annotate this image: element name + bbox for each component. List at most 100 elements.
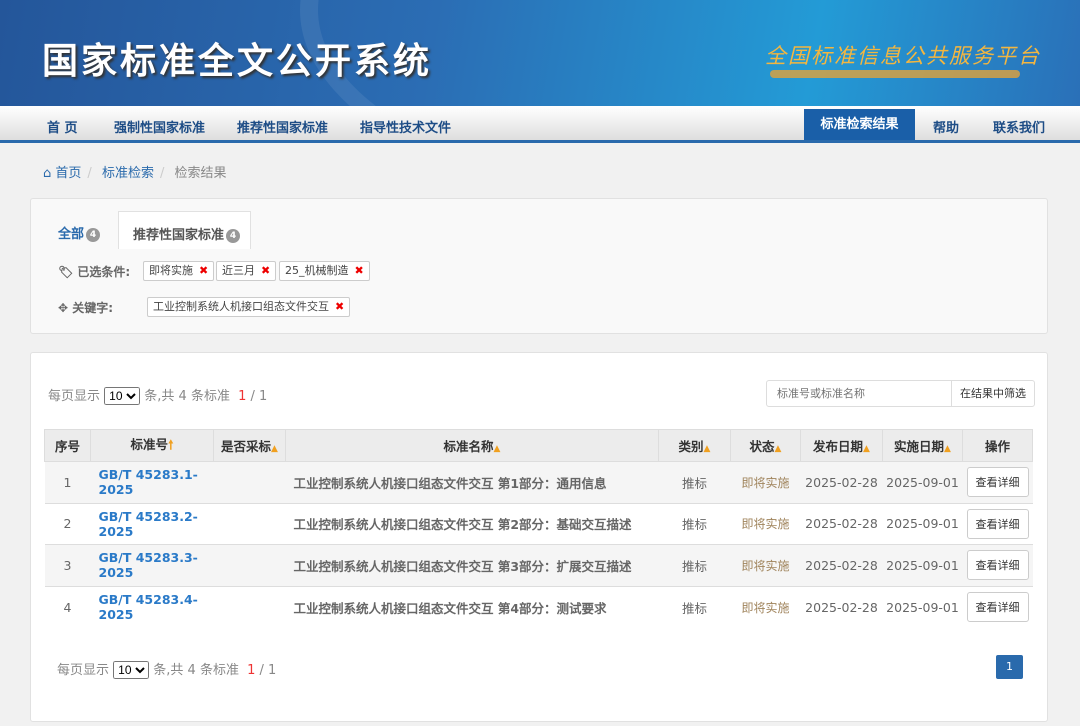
standard-code-link[interactable]: GB/T 45283.3-2025 (90, 544, 214, 586)
filter-tag[interactable]: 近三月 ✖ (216, 261, 277, 281)
row-adopt (213, 585, 286, 628)
breadcrumb-home[interactable]: 首页 (55, 166, 81, 181)
tab-recommended-label: 推荐性国家标准 (133, 228, 225, 243)
total-pages: / 1 (259, 663, 277, 678)
col-no: 序号 (44, 429, 91, 462)
page-size-select[interactable]: 10 (113, 661, 150, 679)
standard-name: 工业控制系统人机接口组态文件交互 第2部分：基础交互描述 (285, 502, 659, 545)
total-count: 条,共 4 条标准 (144, 389, 230, 404)
row-adopt (213, 461, 286, 503)
keyword-tag-text: 工业控制系统人机接口组态文件交互 (153, 300, 329, 313)
site-slogan-logo: 全国标准信息公共服务平台 (765, 44, 1041, 68)
nav-home[interactable]: 首 页 (47, 117, 78, 136)
col-status[interactable]: 状态▲ (730, 429, 801, 462)
col-pub-date[interactable]: 发布日期▲ (800, 429, 883, 462)
nav-help[interactable]: 帮助 (933, 117, 959, 136)
row-type: 推标 (658, 544, 731, 586)
view-detail-button[interactable]: 查看详细 (966, 467, 1029, 498)
col-type[interactable]: 类别▲ (658, 429, 731, 462)
nav-recommended[interactable]: 推荐性国家标准 (237, 117, 328, 136)
table-row: 4 GB/T 45283.4-2025 工业控制系统人机接口组态文件交互 第4部… (44, 585, 1033, 628)
site-title: 国家标准全文公开系统 (42, 41, 433, 82)
current-page: 1 (247, 663, 256, 678)
col-adopt[interactable]: 是否采标▲ (213, 429, 286, 462)
row-adopt (213, 544, 286, 586)
per-page-label: 每页显示 (48, 389, 101, 404)
current-page: 1 (238, 389, 247, 404)
tab-recommended-count: 4 (226, 229, 241, 243)
home-icon: ⌂ (43, 166, 52, 181)
row-no: 4 (44, 585, 91, 628)
remove-icon[interactable]: ✖ (335, 300, 344, 313)
filter-in-results-button[interactable]: 在结果中筛选 (951, 380, 1035, 407)
row-no: 2 (44, 502, 91, 545)
page-size-bottom: 每页显示 10 条,共 4 条标准 1 / 1 (57, 659, 276, 679)
row-pub-date: 2025-02-28 (800, 502, 883, 545)
tab-recommended[interactable]: 推荐性国家标准 4 (118, 211, 251, 249)
filter-tag-text: 25_机械制造 (285, 264, 349, 277)
move-icon: ✥ (58, 301, 69, 315)
filter-tag-text: 即将实施 (149, 264, 193, 277)
remove-icon[interactable]: ✖ (261, 264, 270, 277)
keyword-tag[interactable]: 工业控制系统人机接口组态文件交互 ✖ (147, 297, 351, 317)
slogan-brush-stroke (770, 70, 1020, 78)
row-action: 查看详细 (962, 461, 1033, 503)
standard-code-link[interactable]: GB/T 45283.4-2025 (90, 585, 214, 628)
total-pages: / 1 (250, 389, 268, 404)
selected-conditions-label: 🏷 已选条件: (58, 263, 130, 280)
header-banner: 国家标准全文公开系统 全国标准信息公共服务平台 (0, 0, 1080, 106)
table-row: 3 GB/T 45283.3-2025 工业控制系统人机接口组态文件交互 第3部… (44, 544, 1033, 586)
per-page-label: 每页显示 (57, 663, 110, 678)
row-impl-date: 2025-09-01 (882, 585, 963, 628)
remove-icon[interactable]: ✖ (199, 264, 208, 277)
pagination-page[interactable]: 1 (996, 655, 1023, 679)
standard-code-link[interactable]: GB/T 45283.2-2025 (90, 502, 214, 545)
filter-panel: 全部 4 推荐性国家标准 4 🏷 已选条件: 即将实施 ✖ 近三月 ✖ 25_机械制造 ✖… (30, 198, 1048, 334)
filter-tag[interactable]: 即将实施 ✖ (143, 261, 215, 281)
table-row: 1 GB/T 45283.1-2025 工业控制系统人机接口组态文件交互 第1部… (44, 461, 1033, 503)
row-status: 即将实施 (730, 461, 801, 503)
row-type: 推标 (658, 585, 731, 628)
nav-guidance[interactable]: 指导性技术文件 (360, 117, 451, 136)
col-name[interactable]: 标准名称▲ (285, 429, 659, 462)
row-pub-date: 2025-02-28 (800, 585, 883, 628)
row-pub-date: 2025-02-28 (800, 461, 883, 503)
standard-code-link[interactable]: GB/T 45283.1-2025 (90, 461, 214, 503)
col-action: 操作 (962, 429, 1033, 462)
row-action: 查看详细 (962, 544, 1033, 586)
row-status: 即将实施 (730, 544, 801, 586)
row-impl-date: 2025-09-01 (882, 461, 963, 503)
remove-icon[interactable]: ✖ (355, 264, 364, 277)
nav-mandatory[interactable]: 强制性国家标准 (114, 117, 205, 136)
row-status: 即将实施 (730, 585, 801, 628)
results-table: 序号 标准号🠕 是否采标▲ 标准名称▲ 类别▲ 状态▲ 发布日期▲ 实施日期▲ … (44, 429, 1033, 628)
tag-icon: 🏷 (58, 265, 74, 279)
view-detail-button[interactable]: 查看详细 (966, 592, 1029, 622)
row-impl-date: 2025-09-01 (882, 544, 963, 586)
breadcrumb-search[interactable]: 标准检索 (102, 166, 154, 181)
nav-contact[interactable]: 联系我们 (993, 117, 1045, 136)
keyword-label: ✥ 关键字: (58, 299, 113, 316)
col-code[interactable]: 标准号🠕 (90, 429, 214, 462)
total-count: 条,共 4 条标准 (153, 663, 239, 678)
row-no: 3 (44, 544, 91, 586)
nav-search-results[interactable]: 标准检索结果 (804, 109, 915, 140)
col-impl-date[interactable]: 实施日期▲ (882, 429, 963, 462)
tab-all-count: 4 (86, 228, 101, 242)
row-pub-date: 2025-02-28 (800, 544, 883, 586)
standard-name: 工业控制系统人机接口组态文件交互 第4部分：测试要求 (285, 585, 659, 628)
row-no: 1 (44, 461, 91, 503)
page-size-top: 每页显示 10 条,共 4 条标准 1 / 1 (48, 385, 267, 405)
standard-name: 工业控制系统人机接口组态文件交互 第3部分：扩展交互描述 (285, 544, 659, 586)
breadcrumb: ⌂ 首页 / 标准检索 / 检索结果 (43, 166, 227, 181)
view-detail-button[interactable]: 查看详细 (966, 550, 1029, 581)
row-status: 即将实施 (730, 502, 801, 545)
row-type: 推标 (658, 461, 731, 503)
view-detail-button[interactable]: 查看详细 (966, 508, 1029, 539)
keyword-label-text: 关键字: (72, 301, 114, 315)
page-size-select[interactable]: 10 (104, 387, 141, 405)
search-input[interactable] (766, 380, 952, 407)
row-adopt (213, 502, 286, 545)
filter-tag[interactable]: 25_机械制造 ✖ (279, 261, 370, 281)
tab-all[interactable]: 全部 4 (58, 223, 101, 242)
